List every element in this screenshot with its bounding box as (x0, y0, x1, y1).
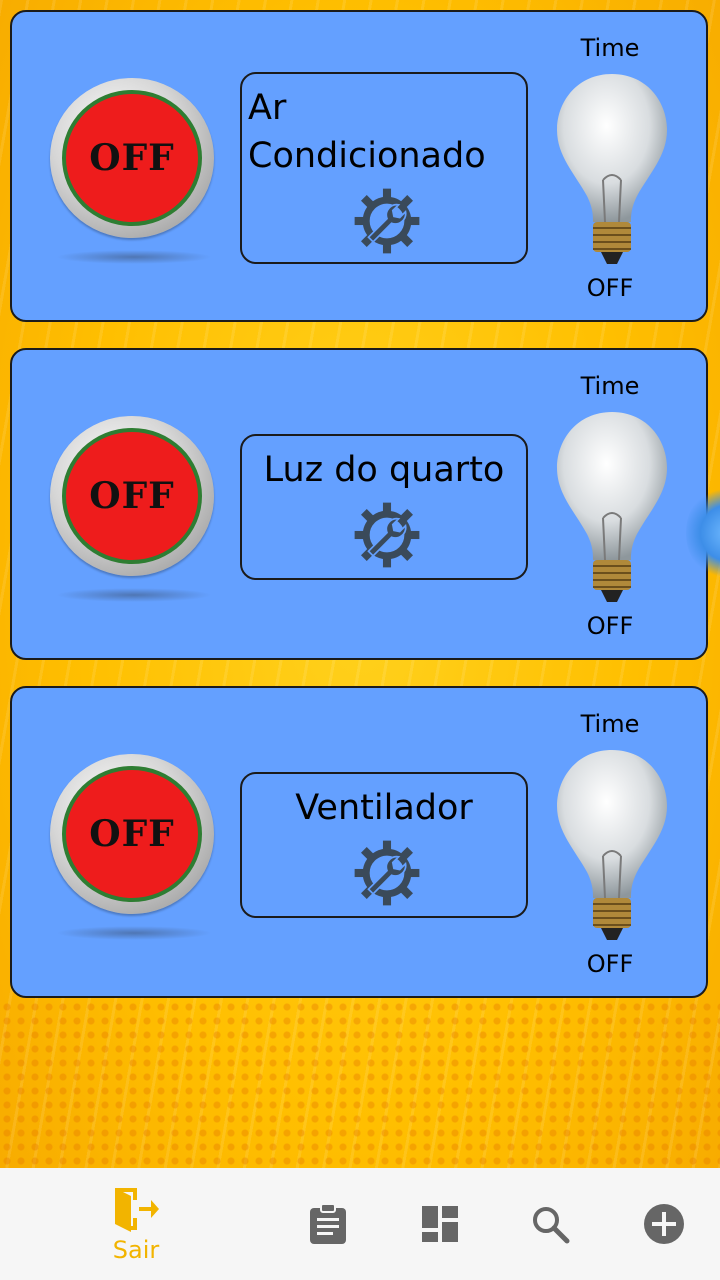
nav-dashboard-button[interactable] (410, 1168, 470, 1280)
device-name-line1: Ar (248, 88, 287, 128)
device-card-luz-do-quarto: OFF Luz do quarto Time OFF (10, 348, 708, 660)
bottom-navigation: Sair (0, 1168, 720, 1280)
device-name-box[interactable]: Ar Condicionado (240, 72, 528, 264)
power-toggle-button[interactable]: OFF (50, 754, 214, 914)
button-shadow (56, 926, 212, 940)
power-toggle-button[interactable]: OFF (50, 78, 214, 238)
device-name: Luz do quarto (263, 450, 505, 490)
device-name-box[interactable]: Ventilador (240, 772, 528, 918)
nav-add-button[interactable] (634, 1168, 694, 1280)
nav-search-button[interactable] (520, 1168, 580, 1280)
dashboard-icon (422, 1206, 458, 1242)
timer-label[interactable]: Time (572, 710, 648, 738)
power-toggle-face: OFF (62, 90, 202, 226)
background-dots (0, 1000, 720, 1170)
device-card-ar-condicionado: OFF Ar Condicionado Time OFF (10, 10, 708, 322)
button-shadow (56, 250, 212, 264)
nav-exit-button[interactable]: Sair (96, 1168, 176, 1280)
device-card-ventilador: OFF Ventilador Time OFF (10, 686, 708, 998)
device-name: Ventilador (295, 788, 473, 828)
power-toggle-label: OFF (89, 137, 175, 179)
nav-exit-label: Sair (112, 1236, 160, 1264)
clipboard-icon (310, 1203, 346, 1244)
settings-icon[interactable] (350, 836, 424, 910)
power-toggle-button[interactable]: OFF (50, 416, 214, 576)
device-status: OFF (586, 612, 634, 640)
add-icon (644, 1204, 684, 1244)
power-toggle-label: OFF (89, 475, 175, 517)
search-icon (533, 1207, 570, 1244)
device-status: OFF (586, 950, 634, 978)
settings-icon[interactable] (350, 498, 424, 572)
device-name-box[interactable]: Luz do quarto (240, 434, 528, 580)
timer-label[interactable]: Time (572, 372, 648, 400)
power-toggle-label: OFF (89, 813, 175, 855)
power-toggle-face: OFF (62, 766, 202, 902)
timer-label[interactable]: Time (572, 34, 648, 62)
light-bulb-icon (557, 750, 667, 940)
device-status: OFF (586, 274, 634, 302)
nav-reports-button[interactable] (298, 1168, 358, 1280)
power-toggle-face: OFF (62, 428, 202, 564)
button-shadow (56, 588, 212, 602)
light-bulb-icon (557, 74, 667, 264)
settings-icon[interactable] (350, 184, 424, 258)
exit-icon (115, 1188, 159, 1232)
light-bulb-icon (557, 412, 667, 602)
device-name-line2: Condicionado (248, 136, 486, 176)
